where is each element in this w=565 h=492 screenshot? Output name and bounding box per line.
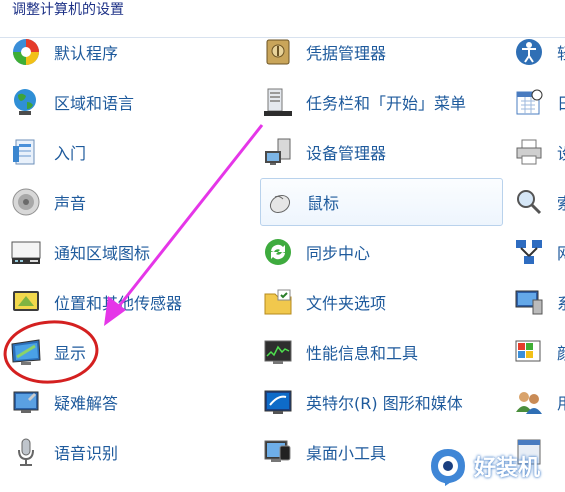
item-col3-2[interactable]: 日 <box>503 80 565 124</box>
item-performance[interactable]: 性能信息和工具 <box>252 330 502 374</box>
item-label: 同步中心 <box>306 244 371 263</box>
item-col3-4[interactable]: 索 <box>503 180 565 224</box>
item-speech-recognition[interactable]: 语音识别 <box>0 430 250 474</box>
item-col3-3[interactable]: 设 <box>503 130 565 174</box>
watermark-text: 好装机 <box>474 456 541 481</box>
network-icon <box>511 234 547 270</box>
item-label: 位置和其他传感器 <box>54 294 183 313</box>
device-manager-icon <box>260 134 296 170</box>
item-label: 轻 <box>557 40 565 64</box>
item-location-sensors[interactable]: 位置和其他传感器 <box>0 280 250 324</box>
item-credential-manager[interactable]: 凭据管理器 <box>252 30 502 74</box>
sync-center-icon <box>260 234 296 270</box>
item-label: 声音 <box>54 194 87 213</box>
getting-started-icon <box>8 134 44 170</box>
item-label: 系 <box>557 290 565 314</box>
intel-graphics-icon <box>260 384 296 420</box>
item-label: 设备管理器 <box>306 144 387 163</box>
item-sound[interactable]: 声音 <box>0 180 250 224</box>
item-label: 设 <box>557 140 565 164</box>
item-label: 颜 <box>557 340 565 364</box>
indexing-icon <box>511 184 547 220</box>
item-intel-graphics[interactable]: 英特尔(R) 图形和媒体 <box>252 380 502 424</box>
item-mouse[interactable]: 鼠标 <box>260 178 503 226</box>
item-label: 语音识别 <box>54 444 119 463</box>
system-icon <box>511 284 547 320</box>
item-notification-icons[interactable]: 通知区域图标 <box>0 230 250 274</box>
speaker-icon <box>8 184 44 220</box>
item-col3-8[interactable]: 用 <box>503 380 565 424</box>
color-management-icon <box>511 334 547 370</box>
user-accounts-icon <box>511 384 547 420</box>
mouse-icon <box>261 184 297 220</box>
item-col3-7[interactable]: 颜 <box>503 330 565 374</box>
item-getting-started[interactable]: 入门 <box>0 130 250 174</box>
item-folder-options[interactable]: 文件夹选项 <box>252 280 502 324</box>
taskbar-icon <box>260 84 296 120</box>
item-col3-5[interactable]: 网 <box>503 230 565 274</box>
folder-options-icon <box>260 284 296 320</box>
item-troubleshooting[interactable]: 疑难解答 <box>0 380 250 424</box>
item-label: 疑难解答 <box>54 394 119 413</box>
microphone-icon <box>8 434 44 470</box>
display-icon <box>8 334 44 370</box>
watermark: 好装机 <box>426 440 565 492</box>
item-label: 通知区域图标 <box>54 244 151 263</box>
item-label: 文件夹选项 <box>306 294 387 313</box>
item-label: 日 <box>557 90 565 114</box>
calendar-icon <box>511 84 547 120</box>
item-label: 性能信息和工具 <box>306 344 419 363</box>
item-label: 显示 <box>54 344 87 363</box>
item-label: 鼠标 <box>307 194 340 213</box>
notification-area-icon <box>8 234 44 270</box>
item-device-manager[interactable]: 设备管理器 <box>252 130 502 174</box>
item-label: 桌面小工具 <box>306 444 387 463</box>
item-default-programs[interactable]: 默认程序 <box>0 30 250 74</box>
sensor-icon <box>8 284 44 320</box>
item-label: 用 <box>557 390 565 414</box>
credential-vault-icon <box>260 34 296 70</box>
troubleshooting-icon <box>8 384 44 420</box>
printer-icon <box>511 134 547 170</box>
item-label: 任务栏和「开始」菜单 <box>306 94 467 113</box>
default-programs-icon <box>8 34 44 70</box>
item-region-language[interactable]: 区域和语言 <box>0 80 250 124</box>
item-label: 索 <box>557 190 565 214</box>
item-label: 入门 <box>54 144 87 163</box>
gadgets-icon <box>260 434 296 470</box>
item-col3-1[interactable]: 轻 <box>503 30 565 74</box>
item-sync-center[interactable]: 同步中心 <box>252 230 502 274</box>
item-display[interactable]: 显示 <box>0 330 250 374</box>
watermark-logo-icon <box>428 446 468 488</box>
item-label: 英特尔(R) 图形和媒体 <box>306 394 463 413</box>
item-label: 凭据管理器 <box>306 44 387 63</box>
item-col3-6[interactable]: 系 <box>503 280 565 324</box>
performance-icon <box>260 334 296 370</box>
globe-icon <box>8 84 44 120</box>
page-title: 调整计算机的设置 <box>12 2 124 18</box>
item-label: 网 <box>557 240 565 264</box>
item-label: 默认程序 <box>54 44 119 63</box>
ease-of-access-icon <box>511 34 547 70</box>
item-taskbar-start[interactable]: 任务栏和「开始」菜单 <box>252 80 502 124</box>
item-label: 区域和语言 <box>54 94 135 113</box>
